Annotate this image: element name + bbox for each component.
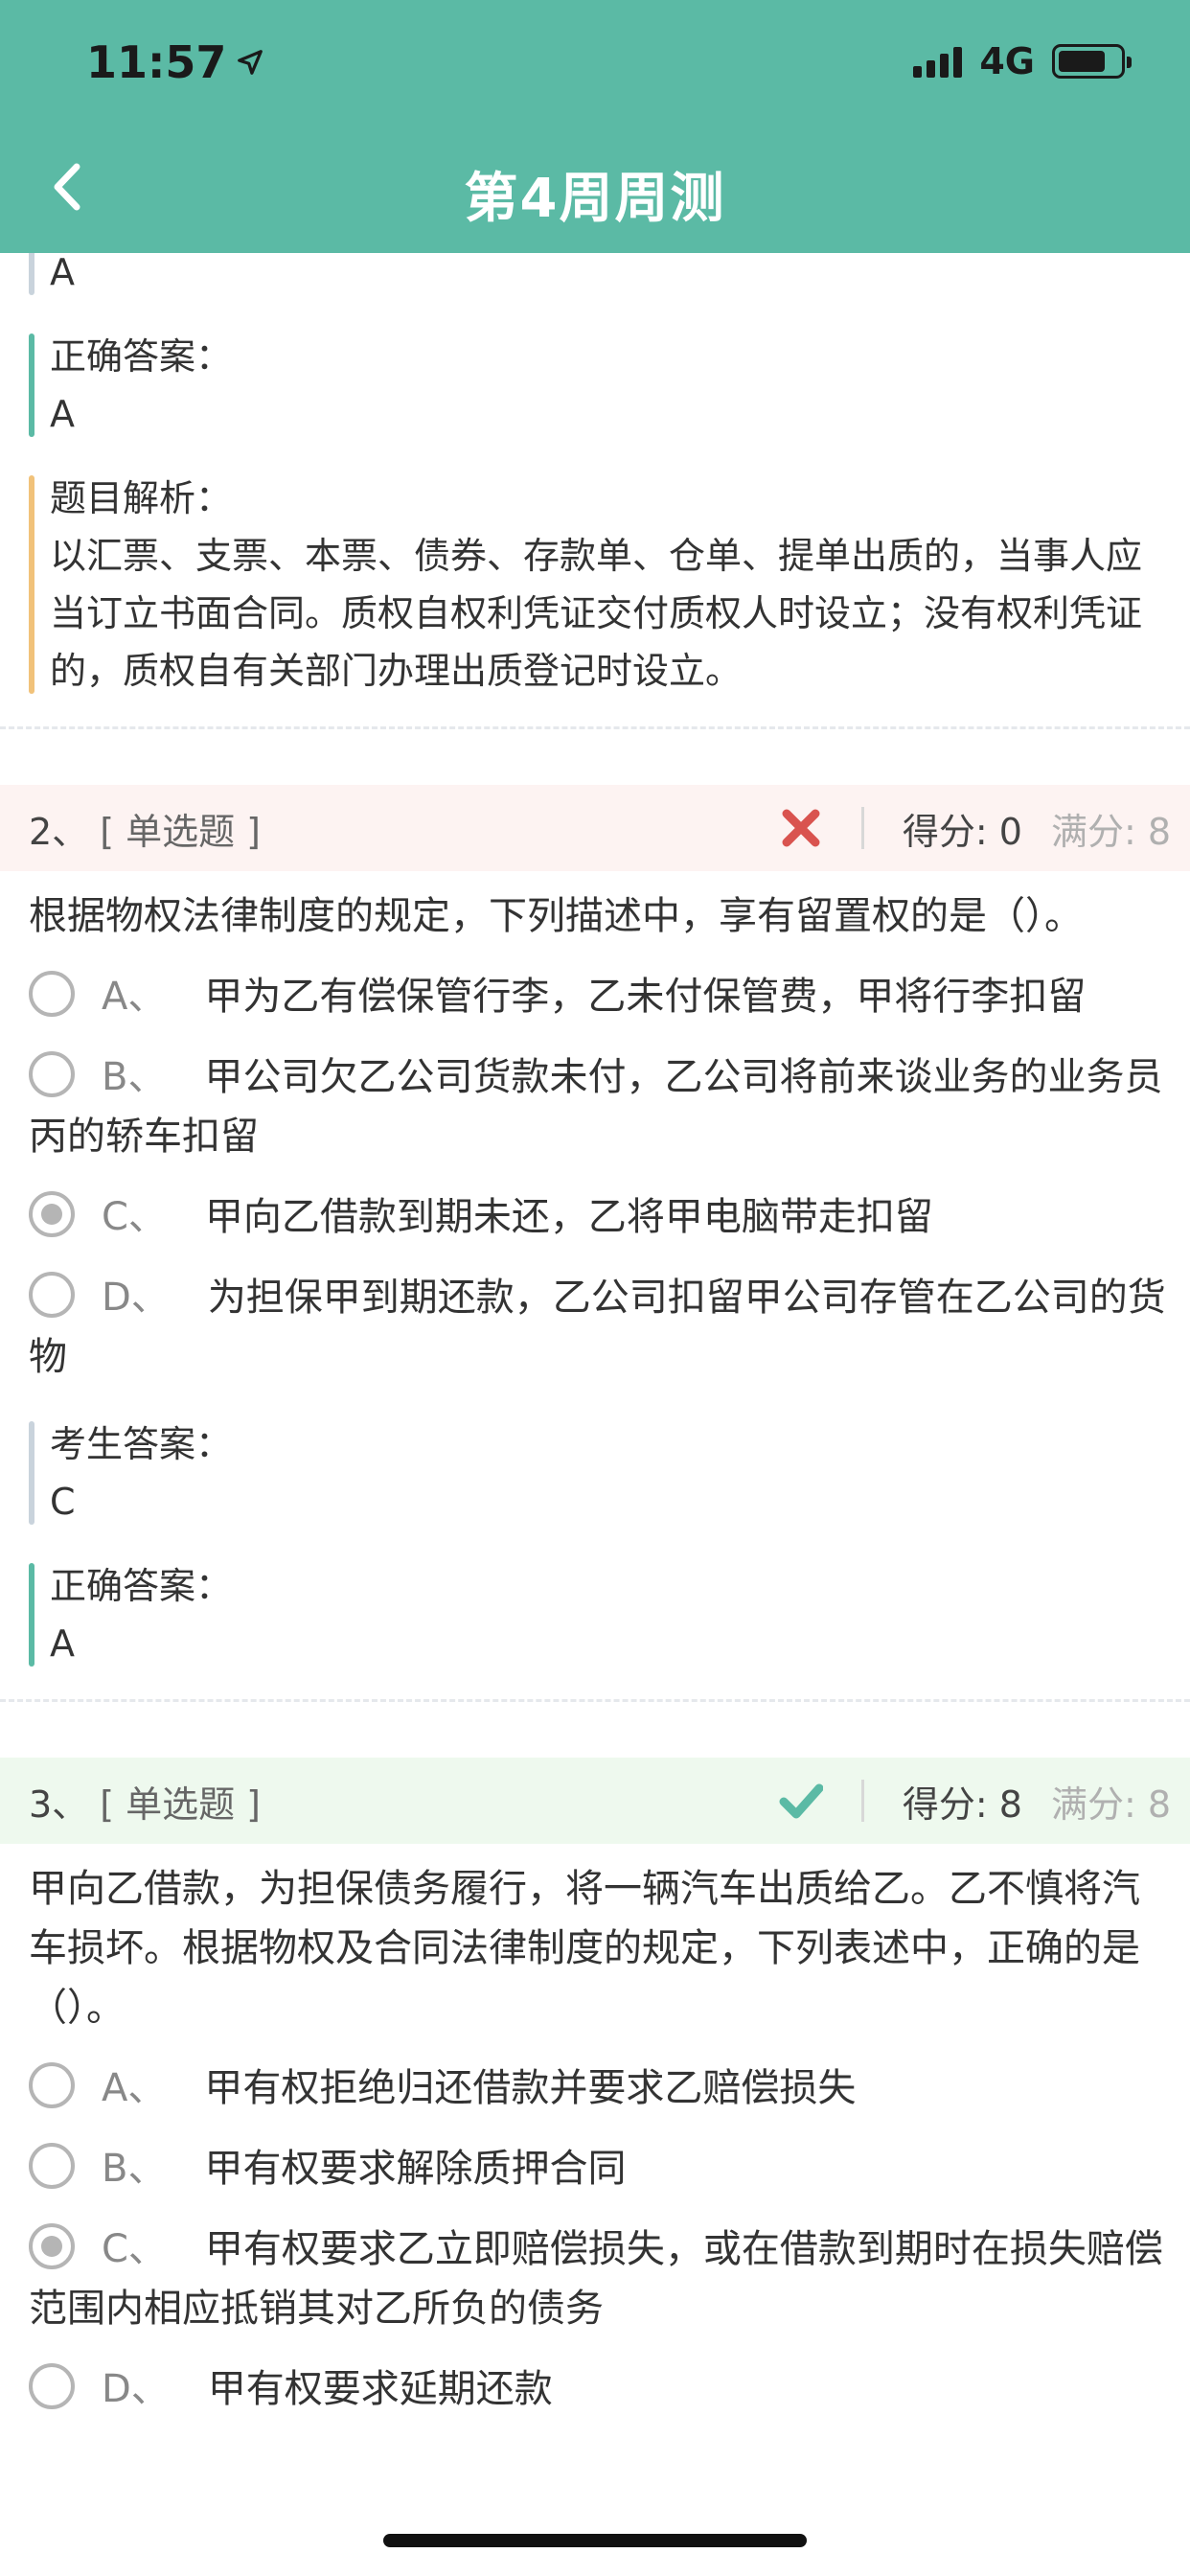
score-text: 得分: 0 bbox=[902, 810, 1022, 853]
option-letter: C、 bbox=[102, 2227, 167, 2271]
question-header: 2、 [ 单选题 ] 得分: 0 满分: 8 bbox=[0, 785, 1190, 871]
separator bbox=[860, 807, 864, 849]
score-area: 得分: 0 满分: 8 bbox=[779, 802, 1171, 855]
signal-icon bbox=[913, 45, 963, 78]
radio-button[interactable] bbox=[29, 2143, 75, 2189]
option-a[interactable]: A、 甲有权拒绝归还借款并要求乙赔偿损失 bbox=[0, 2058, 1190, 2118]
option-letter: D、 bbox=[102, 1276, 170, 1320]
option-letter: B、 bbox=[102, 1055, 167, 1099]
radio-button-selected[interactable] bbox=[29, 1191, 75, 1237]
q1-correct-answer-value: A bbox=[50, 393, 75, 435]
radio-button[interactable] bbox=[29, 2062, 75, 2108]
question-stem: 根据物权法律制度的规定，下列描述中，享有留置权的是（）。 bbox=[29, 894, 1083, 938]
status-time: 11:57 bbox=[86, 36, 264, 88]
status-indicators: 4G bbox=[913, 40, 1132, 82]
question-number: 3、 bbox=[29, 1782, 89, 1826]
q2-student-answer-label: 考生答案： bbox=[50, 1423, 233, 1465]
radio-button-selected[interactable] bbox=[29, 2223, 75, 2269]
separator bbox=[860, 1780, 864, 1822]
radio-button[interactable] bbox=[29, 1051, 75, 1097]
full-score-text: 满分: 8 bbox=[1050, 810, 1171, 853]
option-text: 甲有权要求乙立即赔偿损失，或在借款到期时在损失赔偿范围内相应抵销其对乙所负的债务 bbox=[29, 2227, 1163, 2331]
exam-review-page: 11:57 4G 第4周周测 A 正确答案： A 题目解析： 以汇票、支票、本票… bbox=[0, 0, 1190, 2576]
wrong-x-icon bbox=[782, 809, 820, 847]
nav-header: 11:57 4G 第4周周测 bbox=[0, 0, 1190, 253]
option-text: 甲有权要求解除质押合同 bbox=[204, 2147, 627, 2191]
option-letter: D、 bbox=[102, 2367, 170, 2411]
question-stem: 甲向乙借款，为担保债务履行，将一辆汽车出质给乙。乙不慎将汽车损坏。根据物权及合同… bbox=[29, 1867, 1140, 2030]
question-header: 3、 [ 单选题 ] 得分: 8 满分: 8 bbox=[0, 1758, 1190, 1844]
question-type: [ 单选题 ] bbox=[100, 810, 261, 853]
q1-analysis-text: 以汇票、支票、本票、债券、存款单、仓单、提单出质的，当事人应当订立书面合同。质权… bbox=[50, 535, 1143, 692]
q2-student-answer-value: C bbox=[50, 1481, 76, 1523]
q2-correct-answer-value: A bbox=[50, 1622, 75, 1665]
option-a[interactable]: A、 甲为乙有偿保管行李，乙未付保管费，甲将行李扣留 bbox=[0, 967, 1190, 1026]
radio-button[interactable] bbox=[29, 1272, 75, 1318]
q1-correct-answer-label: 正确答案： bbox=[50, 335, 233, 378]
full-score-text: 满分: 8 bbox=[1050, 1782, 1171, 1826]
option-text: 为担保甲到期还款，乙公司扣留甲公司存管在乙公司的货物 bbox=[29, 1276, 1166, 1379]
question-number: 2、 bbox=[29, 810, 89, 853]
q1-correct-answer: 正确答案： A bbox=[29, 328, 1190, 443]
option-text: 甲有权要求延期还款 bbox=[207, 2367, 553, 2411]
status-time-text: 11:57 bbox=[86, 36, 227, 88]
divider bbox=[0, 1699, 1190, 1702]
question-type: [ 单选题 ] bbox=[100, 1782, 261, 1826]
q2-correct-answer: 正确答案： A bbox=[29, 1557, 1190, 1672]
q1-analysis-label: 题目解析： bbox=[50, 477, 233, 519]
q2-correct-answer-label: 正确答案： bbox=[50, 1565, 233, 1607]
divider bbox=[0, 726, 1190, 729]
option-text: 甲向乙借款到期未还，乙将甲电脑带走扣留 bbox=[204, 1195, 933, 1239]
option-letter: C、 bbox=[102, 1195, 167, 1239]
home-indicator[interactable] bbox=[383, 2534, 807, 2547]
option-text: 甲有权拒绝归还借款并要求乙赔偿损失 bbox=[204, 2066, 857, 2110]
page-title: 第4周周测 bbox=[464, 168, 726, 230]
option-c[interactable]: C、 甲有权要求乙立即赔偿损失，或在借款到期时在损失赔偿范围内相应抵销其对乙所负的… bbox=[0, 2220, 1190, 2338]
question-list[interactable]: A 正确答案： A 题目解析： 以汇票、支票、本票、债券、存款单、仓单、提单出质… bbox=[0, 249, 1190, 2419]
battery-icon bbox=[1052, 44, 1132, 79]
q1-analysis: 题目解析： 以汇票、支票、本票、债券、存款单、仓单、提单出质的，当事人应当订立书… bbox=[29, 470, 1190, 700]
radio-button[interactable] bbox=[29, 2363, 75, 2409]
option-text: 甲为乙有偿保管行李，乙未付保管费，甲将行李扣留 bbox=[204, 975, 1087, 1019]
q2-student-answer: 考生答案： C bbox=[29, 1415, 1190, 1530]
score-area: 得分: 8 满分: 8 bbox=[779, 1775, 1171, 1828]
radio-button[interactable] bbox=[29, 971, 75, 1017]
option-d[interactable]: D、 为担保甲到期还款，乙公司扣留甲公司存管在乙公司的货物 bbox=[0, 1268, 1190, 1387]
option-b[interactable]: B、 甲公司欠乙公司货款未付，乙公司将前来谈业务的业务员丙的轿车扣留 bbox=[0, 1047, 1190, 1166]
option-letter: A、 bbox=[102, 975, 167, 1019]
option-c[interactable]: C、 甲向乙借款到期未还，乙将甲电脑带走扣留 bbox=[0, 1187, 1190, 1247]
option-d[interactable]: D、 甲有权要求延期还款 bbox=[0, 2359, 1190, 2419]
score-text: 得分: 8 bbox=[902, 1782, 1022, 1826]
network-label: 4G bbox=[979, 40, 1035, 82]
location-arrow-icon bbox=[238, 50, 263, 75]
option-b[interactable]: B、 甲有权要求解除质押合同 bbox=[0, 2139, 1190, 2198]
option-letter: A、 bbox=[102, 2066, 167, 2110]
check-icon bbox=[779, 1783, 823, 1819]
option-text: 甲公司欠乙公司货款未付，乙公司将前来谈业务的业务员丙的轿车扣留 bbox=[29, 1055, 1163, 1159]
option-letter: B、 bbox=[102, 2147, 167, 2191]
